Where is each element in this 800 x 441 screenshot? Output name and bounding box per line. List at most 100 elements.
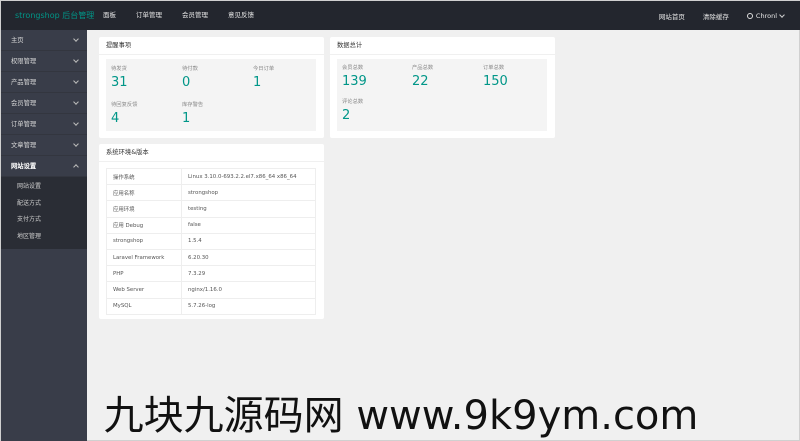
env-value: testing bbox=[181, 200, 316, 218]
top-nav-members[interactable]: 会员管理 bbox=[172, 1, 218, 30]
chevron-down-icon bbox=[73, 57, 79, 63]
env-value: 7.3.29 bbox=[181, 265, 316, 283]
chevron-down-icon bbox=[73, 36, 79, 42]
sidebar-item-label: 文章管理 bbox=[11, 142, 37, 149]
submenu-item-site-settings[interactable]: 网站设置 bbox=[1, 179, 87, 196]
table-row: 应用 Debug false bbox=[106, 216, 316, 234]
env-key: Web Server bbox=[106, 281, 182, 299]
stat-label: 待发货 bbox=[111, 66, 127, 72]
table-row: PHP 7.3.29 bbox=[106, 265, 316, 283]
stat-pending-shipment[interactable]: 待发货 31 bbox=[111, 64, 128, 89]
env-value: false bbox=[181, 216, 316, 234]
sidebar-item-label: 主页 bbox=[11, 37, 24, 44]
stat-stock-warning[interactable]: 库存警告 1 bbox=[182, 100, 203, 125]
sidebar-submenu: 网站设置 配送方式 支付方式 地区管理 bbox=[1, 177, 87, 249]
reminders-title: 提醒事项 bbox=[99, 37, 324, 55]
env-value: 1.5.4 bbox=[181, 232, 316, 250]
stat-value: 1 bbox=[253, 75, 262, 90]
clear-cache-button[interactable]: 清除缓存 bbox=[694, 11, 738, 21]
submenu-item-shipping[interactable]: 配送方式 bbox=[1, 196, 87, 213]
env-key: MySQL bbox=[106, 297, 182, 315]
env-key: 应用环境 bbox=[106, 200, 182, 218]
sidebar-item-orders[interactable]: 订单管理 bbox=[1, 114, 87, 135]
sidebar-item-label: 产品管理 bbox=[11, 79, 37, 86]
stat-value: 150 bbox=[483, 74, 508, 89]
env-value: nginx/1.16.0 bbox=[181, 281, 316, 299]
env-key: strongshop bbox=[106, 232, 182, 250]
app-frame: strongshop 后台管理 面板 订单管理 会员管理 意见反馈 网站首页 清… bbox=[0, 0, 800, 441]
stat-reviews-total[interactable]: 评论总数 2 bbox=[342, 97, 363, 122]
sidebar-item-label: 权限管理 bbox=[11, 58, 37, 65]
submenu-item-payment[interactable]: 支付方式 bbox=[1, 212, 87, 229]
chevron-down-icon bbox=[73, 78, 79, 84]
top-nav-dashboard[interactable]: 面板 bbox=[103, 1, 126, 30]
table-row: Web Server nginx/1.16.0 bbox=[106, 281, 316, 299]
sidebar-item-members[interactable]: 会员管理 bbox=[1, 93, 87, 114]
user-name: Chronl bbox=[755, 11, 777, 20]
stat-value: 1 bbox=[182, 111, 191, 126]
sidebar-item-site-settings[interactable]: 网站设置 bbox=[1, 156, 87, 177]
env-key: 应用 Debug bbox=[106, 216, 182, 234]
table-row: MySQL 5.7.26-log bbox=[106, 297, 316, 315]
submenu-item-regions[interactable]: 地区管理 bbox=[1, 229, 87, 246]
chevron-up-icon bbox=[73, 164, 79, 170]
stat-value: 31 bbox=[111, 75, 128, 90]
stat-label: 库存警告 bbox=[182, 102, 204, 108]
stat-label: 产品总数 bbox=[412, 65, 434, 71]
env-value: 6.20.30 bbox=[181, 248, 316, 267]
stat-members-total[interactable]: 会员总数 139 bbox=[342, 63, 367, 88]
stat-label: 订单总数 bbox=[483, 65, 505, 71]
env-key: PHP bbox=[106, 265, 182, 283]
stat-value: 22 bbox=[412, 74, 429, 89]
top-nav-feedback[interactable]: 意见反馈 bbox=[218, 1, 264, 30]
stat-pending-payment[interactable]: 待付款 0 bbox=[182, 64, 198, 89]
stat-label: 今日订单 bbox=[253, 66, 275, 72]
watermark-text: 九块九源码网 www.9k9ym.com bbox=[103, 392, 699, 439]
site-home-link[interactable]: 网站首页 bbox=[650, 11, 694, 21]
totals-card: 数据总计 会员总数 139 产品总数 22 订单总数 150 评论总数 2 bbox=[330, 37, 555, 138]
sidebar-item-home[interactable]: 主页 bbox=[1, 30, 87, 51]
env-value: Linux 3.10.0-693.2.2.el7.x86_64 x86_64 bbox=[181, 167, 316, 186]
table-row: 操作系统 Linux 3.10.0-693.2.2.el7.x86_64 x86… bbox=[106, 167, 316, 186]
env-key: 操作系统 bbox=[106, 167, 182, 186]
sidebar: 主页 权限管理 产品管理 会员管理 订单管理 文章管理 网站设置 网站设置 配送… bbox=[1, 30, 87, 441]
system-env-card: 系统环境&版本 操作系统 Linux 3.10.0-693.2.2.el7.x8… bbox=[99, 144, 324, 319]
env-value: 5.7.26-log bbox=[181, 297, 316, 315]
totals-title: 数据总计 bbox=[330, 37, 555, 55]
chevron-down-icon bbox=[73, 99, 79, 105]
user-icon bbox=[746, 12, 753, 19]
stat-label: 会员总数 bbox=[342, 65, 364, 71]
table-row: 应用环境 testing bbox=[106, 200, 316, 218]
totals-stats: 会员总数 139 产品总数 22 订单总数 150 评论总数 2 bbox=[337, 59, 547, 131]
top-header: strongshop 后台管理 面板 订单管理 会员管理 意见反馈 网站首页 清… bbox=[1, 1, 800, 30]
sidebar-item-articles[interactable]: 文章管理 bbox=[1, 135, 87, 156]
chevron-down-icon bbox=[73, 141, 79, 147]
env-key: Laravel Framework bbox=[106, 248, 182, 267]
stat-value: 139 bbox=[342, 74, 367, 89]
stat-today-orders[interactable]: 今日订单 1 bbox=[253, 64, 274, 89]
chevron-down-icon bbox=[73, 120, 79, 126]
env-value: strongshop bbox=[181, 184, 316, 202]
stat-orders-total[interactable]: 订单总数 150 bbox=[483, 63, 508, 88]
sidebar-item-label: 网站设置 bbox=[11, 163, 37, 170]
stat-value: 4 bbox=[111, 111, 120, 126]
user-menu[interactable]: Chronl bbox=[738, 12, 793, 20]
top-nav: 面板 订单管理 会员管理 意见反馈 bbox=[103, 1, 264, 30]
stat-pending-feedback[interactable]: 待回复反馈 4 bbox=[111, 100, 138, 125]
sidebar-item-label: 会员管理 bbox=[11, 100, 37, 107]
sidebar-item-permissions[interactable]: 权限管理 bbox=[1, 51, 87, 72]
stat-products-total[interactable]: 产品总数 22 bbox=[412, 63, 433, 88]
system-env-title: 系统环境&版本 bbox=[99, 144, 324, 162]
table-row: Laravel Framework 6.20.30 bbox=[106, 248, 316, 267]
system-env-table: 操作系统 Linux 3.10.0-693.2.2.el7.x86_64 x86… bbox=[106, 167, 316, 315]
app-logo[interactable]: strongshop 后台管理 bbox=[15, 10, 94, 21]
top-nav-orders[interactable]: 订单管理 bbox=[126, 1, 172, 30]
stat-value: 2 bbox=[342, 108, 351, 123]
stat-label: 评论总数 bbox=[342, 99, 364, 105]
reminders-card: 提醒事项 待发货 31 待付款 0 今日订单 1 待回复反馈 4 库存警告 1 bbox=[99, 37, 324, 138]
sidebar-item-products[interactable]: 产品管理 bbox=[1, 72, 87, 93]
stat-value: 0 bbox=[182, 75, 191, 90]
env-key: 应用名称 bbox=[106, 184, 182, 202]
stat-label: 待付款 bbox=[182, 66, 198, 72]
stat-label: 待回复反馈 bbox=[111, 102, 138, 108]
